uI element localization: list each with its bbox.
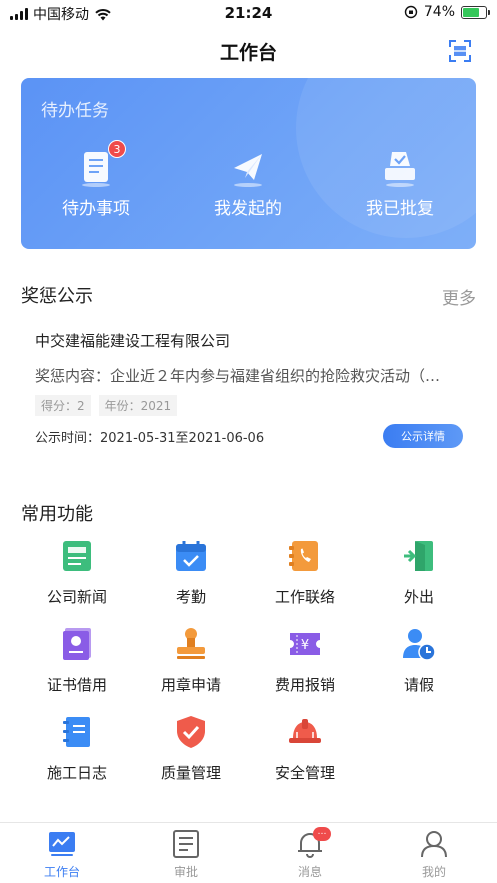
person-icon: [419, 829, 449, 859]
todo-title: 待办任务: [41, 101, 109, 121]
calendar-check-icon: [176, 541, 206, 571]
document-list-icon: 3: [76, 140, 126, 188]
reward-publish-row: 公示时间：2021-05-31至2021-06-06 公示详情: [35, 424, 465, 448]
func-label: 考勤: [175, 588, 206, 606]
approval-doc-icon: [171, 829, 201, 859]
hard-hat-icon: [289, 719, 321, 743]
pending-badge: 3: [108, 140, 126, 158]
func-seal-request[interactable]: 用章申请: [134, 626, 248, 695]
battery-percent: 74%: [423, 4, 455, 20]
func-attendance[interactable]: 考勤: [134, 538, 248, 607]
ballot-box-icon: [380, 148, 420, 188]
score-tag: 得分：2: [35, 395, 91, 416]
orientation-lock-icon: [404, 5, 418, 19]
func-label: 请假: [403, 676, 434, 694]
func-safety-management[interactable]: 安全管理: [248, 714, 362, 783]
expense-ticket-icon: ¥: [290, 633, 320, 655]
bell-icon: …: [295, 827, 331, 859]
page-title: 工作台: [219, 42, 277, 64]
func-label: 证书借用: [46, 676, 107, 694]
battery-icon: [461, 5, 490, 19]
tab-label: 我的: [421, 865, 446, 879]
functions-header: 常用功能: [21, 500, 476, 530]
todo-item-initiated[interactable]: 我发起的: [183, 148, 313, 219]
func-leave[interactable]: 请假: [362, 626, 476, 695]
tab-label: 工作台: [43, 865, 80, 879]
todo-item-pending[interactable]: 3 待办事项: [31, 140, 161, 219]
year-tag: 年份：2021: [98, 395, 178, 416]
tab-messages[interactable]: … 消息: [270, 827, 350, 880]
tab-mine[interactable]: 我的: [394, 829, 474, 880]
tab-label: 审批: [173, 865, 198, 879]
phone-book-icon: [289, 541, 318, 571]
func-label: 质量管理: [160, 764, 221, 782]
stamp-icon: [177, 628, 205, 659]
todo-item-label: 我已批复: [366, 199, 434, 219]
func-company-news[interactable]: 公司新闻: [20, 538, 134, 607]
functions-title: 常用功能: [21, 504, 93, 525]
func-certificate-borrow[interactable]: 证书借用: [20, 626, 134, 695]
status-right: 74%: [404, 4, 490, 20]
scan-icon[interactable]: [449, 40, 471, 62]
publish-period: 公示时间：2021-05-31至2021-06-06: [35, 430, 265, 446]
messages-badge: …: [313, 827, 331, 841]
reward-content: 奖惩内容：企业近２年内参与福建省组织的抢险救灾活动（…: [35, 367, 441, 385]
certificate-icon: [63, 628, 91, 660]
rewards-title: 奖惩公示: [21, 286, 93, 307]
tab-workbench[interactable]: 工作台: [22, 829, 102, 880]
func-work-contact[interactable]: 工作联络: [248, 538, 362, 607]
user-clock-icon: [403, 629, 436, 661]
func-label: 安全管理: [274, 764, 335, 782]
battery-fill: [463, 7, 480, 17]
func-label: 施工日志: [46, 764, 107, 782]
func-label: 费用报销: [274, 676, 335, 694]
func-construction-log[interactable]: 施工日志: [20, 714, 134, 783]
shield-check-icon: [177, 716, 205, 748]
tab-bar: 工作台 审批 … 消息 我的: [0, 822, 497, 883]
status-bar: 中国移动 21:24 74%: [0, 0, 497, 28]
reward-tags: 得分：2 年份：2021: [35, 395, 465, 416]
tab-approval[interactable]: 审批: [146, 829, 226, 880]
more-link[interactable]: 更多: [442, 284, 476, 309]
svg-text:¥: ¥: [301, 638, 309, 653]
todo-item-replied[interactable]: 我已批复: [335, 148, 465, 219]
reward-entry[interactable]: 中交建福能建设工程有限公司 奖惩内容：企业近２年内参与福建省组织的抢险救灾活动（…: [35, 330, 465, 448]
nav-bar: 工作台: [0, 28, 497, 74]
func-label: 公司新闻: [46, 588, 107, 606]
reward-company: 中交建福能建设工程有限公司: [35, 332, 231, 350]
func-expense-reimburse[interactable]: ¥ 费用报销: [248, 626, 362, 695]
todo-item-label: 待办事项: [62, 199, 130, 219]
exit-door-icon: [404, 541, 433, 571]
func-label: 工作联络: [274, 588, 335, 606]
todo-card: 待办任务 3 待办事项 我发起的 我已批复: [21, 78, 476, 249]
func-label: 用章申请: [160, 676, 221, 694]
todo-item-label: 我发起的: [214, 199, 282, 219]
rewards-header: 奖惩公示 更多: [21, 282, 476, 312]
func-quality-management[interactable]: 质量管理: [134, 714, 248, 783]
func-going-out[interactable]: 外出: [362, 538, 476, 607]
tab-label: 消息: [297, 865, 322, 879]
func-label: 外出: [403, 588, 434, 606]
chart-board-icon: [47, 829, 77, 859]
notebook-icon: [63, 717, 90, 747]
news-icon: [63, 541, 91, 571]
publish-detail-button[interactable]: 公示详情: [383, 424, 463, 448]
paper-plane-icon: [228, 148, 268, 188]
